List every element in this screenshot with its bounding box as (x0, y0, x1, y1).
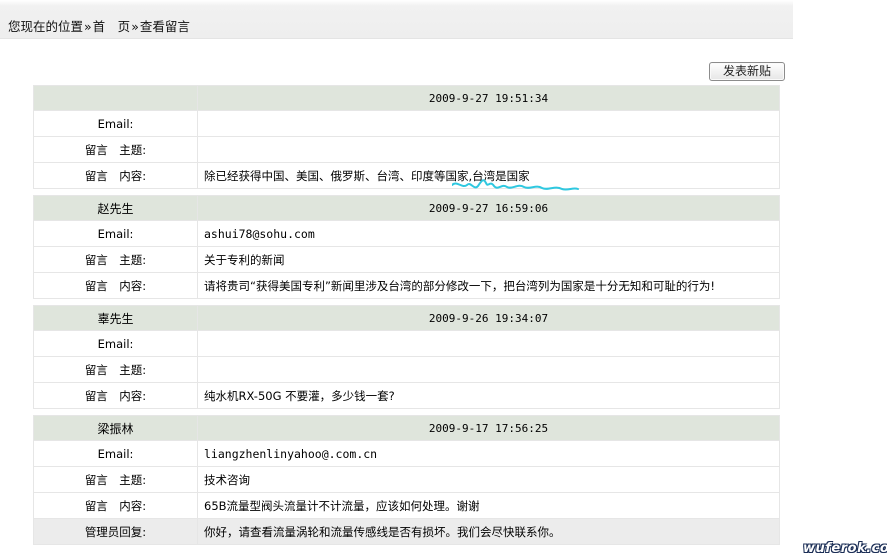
email-value: ashui78@sohu.com (197, 220, 780, 247)
email-row: Email: ashui78@sohu.com (33, 220, 780, 247)
content-label: 留言 内容: (33, 492, 198, 519)
breadcrumb: 您现在的位置»首 页»查看留言 (8, 16, 190, 35)
guestbook-table: 2009-9-27 19:51:34 Email: 留言 主题: 留言 内容: … (33, 85, 780, 545)
email-value: liangzhenlinyahoo@.com.cn (197, 440, 780, 467)
content-row: 留言 内容: 65B流量型阀头流量计不计流量，应该如何处理。谢谢 (33, 492, 780, 519)
subject-row: 留言 主题: 技术咨询 (33, 466, 780, 493)
subject-value (197, 136, 780, 163)
email-row: Email: (33, 110, 780, 137)
admin-reply-value: 你好，请查看流量涡轮和流量传感线是否有损坏。我们会尽快联系你。 (197, 518, 780, 545)
message-header-row: 2009-9-27 19:51:34 (33, 85, 780, 111)
message-author (33, 85, 198, 111)
breadcrumb-separator: » (84, 19, 92, 34)
message-datetime: 2009-9-17 17:56:25 (197, 415, 780, 441)
subject-row: 留言 主题: (33, 356, 780, 383)
content-row: 留言 内容: 除已经获得中国、美国、俄罗斯、台湾、印度等国家,台湾是国家 (33, 162, 780, 189)
subject-label: 留言 主题: (33, 136, 198, 163)
email-label: Email: (33, 330, 198, 357)
email-label: Email: (33, 440, 198, 467)
message-author: 辜先生 (33, 305, 198, 331)
message-spacer (33, 298, 780, 306)
content-value: 请将贵司“获得美国专利”新闻里涉及台湾的部分修改一下，把台湾列为国家是十分无知和… (197, 272, 780, 299)
admin-reply-label: 管理员回复: (33, 518, 198, 545)
message-datetime: 2009-9-26 19:34:07 (197, 305, 780, 331)
subject-label: 留言 主题: (33, 466, 198, 493)
message-author: 赵先生 (33, 195, 198, 221)
email-value (197, 330, 780, 357)
content-value: 纯水机RX-50G 不要灌，多少钱一套? (197, 382, 780, 409)
subject-value (197, 356, 780, 383)
message-header-row: 辜先生 2009-9-26 19:34:07 (33, 305, 780, 331)
new-post-button[interactable]: 发表新贴 (709, 62, 785, 81)
breadcrumb-home-link[interactable]: 首 页 (93, 19, 131, 34)
message-header-row: 赵先生 2009-9-27 16:59:06 (33, 195, 780, 221)
email-value (197, 110, 780, 137)
subject-value: 技术咨询 (197, 466, 780, 493)
content-row: 留言 内容: 请将贵司“获得美国专利”新闻里涉及台湾的部分修改一下，把台湾列为国… (33, 272, 780, 299)
subject-row: 留言 主题: (33, 136, 780, 163)
annotation-squiggle (452, 179, 579, 191)
email-row: Email: liangzhenlinyahoo@.com.cn (33, 440, 780, 467)
content-label: 留言 内容: (33, 272, 198, 299)
content-label: 留言 内容: (33, 382, 198, 409)
admin-reply-row: 管理员回复: 你好，请查看流量涡轮和流量传感线是否有损坏。我们会尽快联系你。 (33, 518, 780, 545)
message-header-row: 梁振林 2009-9-17 17:56:25 (33, 415, 780, 441)
message-spacer (33, 188, 780, 196)
message-spacer (33, 408, 780, 416)
subject-label: 留言 主题: (33, 356, 198, 383)
email-label: Email: (33, 110, 198, 137)
message-datetime: 2009-9-27 19:51:34 (197, 85, 780, 111)
watermark-logo: wuferok.com (803, 541, 887, 556)
breadcrumb-prefix: 您现在的位置 (8, 19, 84, 34)
message-datetime: 2009-9-27 16:59:06 (197, 195, 780, 221)
subject-value: 关于专利的新闻 (197, 246, 780, 273)
email-label: Email: (33, 220, 198, 247)
content-row: 留言 内容: 纯水机RX-50G 不要灌，多少钱一套? (33, 382, 780, 409)
subject-row: 留言 主题: 关于专利的新闻 (33, 246, 780, 273)
content-label: 留言 内容: (33, 162, 198, 189)
content-value: 65B流量型阀头流量计不计流量，应该如何处理。谢谢 (197, 492, 780, 519)
breadcrumb-bar: 您现在的位置»首 页»查看留言 (0, 0, 793, 39)
subject-label: 留言 主题: (33, 246, 198, 273)
message-author: 梁振林 (33, 415, 198, 441)
breadcrumb-current: 查看留言 (139, 19, 190, 34)
breadcrumb-separator: » (131, 19, 139, 34)
email-row: Email: (33, 330, 780, 357)
